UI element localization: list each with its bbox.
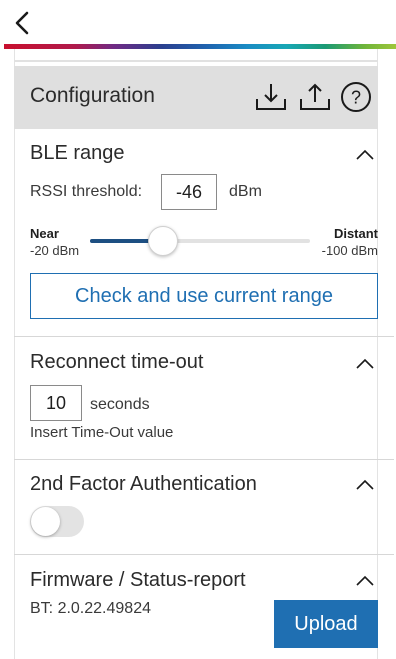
- bt-version: BT: 2.0.22.49824: [30, 600, 151, 617]
- help-icon: ?: [341, 82, 371, 112]
- back-icon: [15, 11, 29, 35]
- timeout-hint: Insert Time-Out value: [30, 424, 174, 441]
- reconnect-collapse-button[interactable]: [355, 357, 375, 369]
- timeout-input[interactable]: 10: [30, 385, 82, 421]
- check-range-button[interactable]: Check and use current range: [30, 273, 378, 319]
- upload-config-button[interactable]: [298, 81, 332, 113]
- rssi-threshold-label: RSSI threshold:: [30, 183, 143, 200]
- timeout-unit: seconds: [90, 396, 150, 413]
- ble-collapse-button[interactable]: [355, 148, 375, 160]
- twofa-collapse-button[interactable]: [355, 478, 375, 490]
- upload-icon: [300, 83, 330, 110]
- chevron-up-icon: [356, 358, 374, 369]
- help-button[interactable]: ?: [340, 81, 372, 113]
- top-divider: [14, 60, 378, 62]
- chevron-up-icon: [356, 149, 374, 160]
- ble-range-title: BLE range: [30, 142, 125, 164]
- twofa-title: 2nd Factor Authentication: [30, 473, 257, 495]
- twofa-toggle-knob: [31, 507, 60, 536]
- svg-text:?: ?: [351, 88, 361, 108]
- download-icon: [256, 84, 286, 110]
- upload-button[interactable]: Upload: [274, 600, 378, 648]
- distant-value: -100 dBm: [321, 243, 378, 258]
- near-value: -20 dBm: [30, 243, 80, 258]
- distant-label: Distant: [333, 226, 378, 241]
- reconnect-title: Reconnect time-out: [30, 351, 204, 373]
- section-divider: [14, 459, 394, 460]
- chevron-up-icon: [356, 575, 374, 586]
- near-label: Near: [30, 226, 59, 241]
- chevron-up-icon: [356, 479, 374, 490]
- configuration-title: Configuration: [30, 84, 155, 107]
- firmware-title: Firmware / Status-report: [30, 569, 246, 591]
- download-button[interactable]: [254, 81, 288, 113]
- rssi-threshold-input[interactable]: -46: [161, 174, 217, 210]
- back-button[interactable]: [12, 10, 34, 36]
- range-slider-thumb[interactable]: [147, 226, 178, 256]
- section-divider: [14, 554, 394, 555]
- rssi-unit-label: dBm: [229, 183, 262, 200]
- firmware-collapse-button[interactable]: [355, 574, 375, 586]
- section-divider: [14, 336, 394, 337]
